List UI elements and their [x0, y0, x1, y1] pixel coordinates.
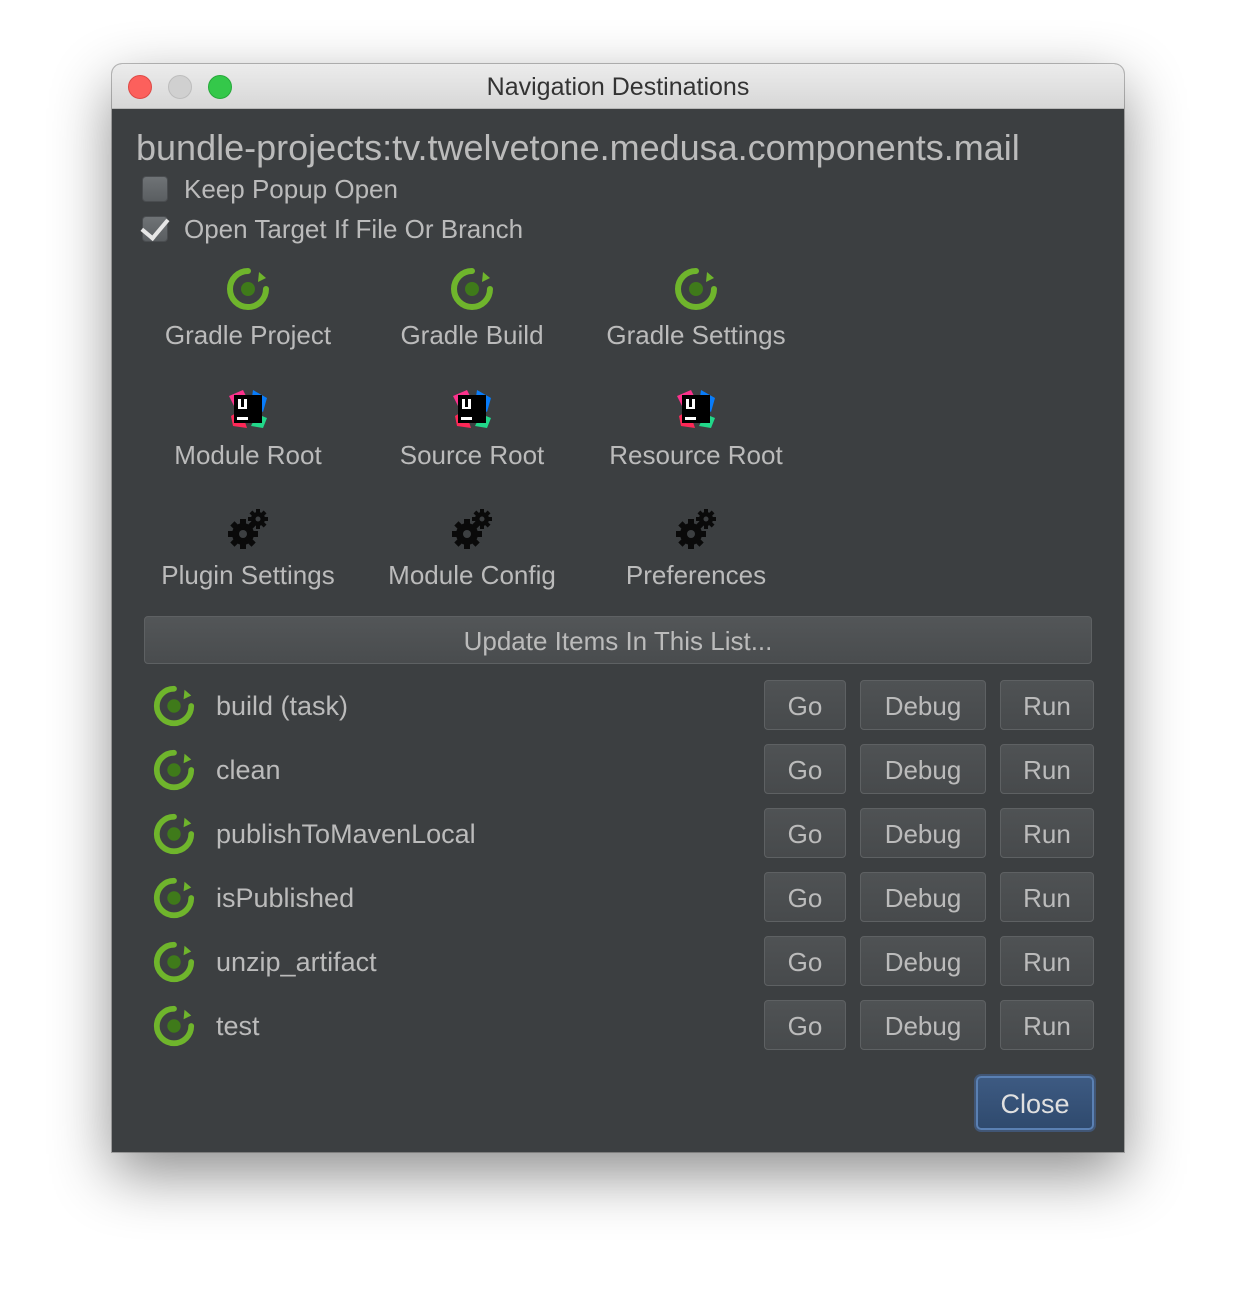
run-button[interactable]: Run: [1000, 744, 1094, 794]
debug-button[interactable]: Debug: [860, 872, 986, 922]
keep-popup-open-option[interactable]: Keep Popup Open: [142, 172, 398, 206]
task-name: build (task): [216, 691, 349, 721]
destination-label: Module Root: [174, 440, 322, 470]
run-button[interactable]: Run: [1000, 936, 1094, 986]
destination-label: Resource Root: [609, 440, 783, 470]
destination-label: Preferences: [625, 560, 767, 590]
destination-source-root[interactable]: Source Root: [360, 384, 584, 484]
destination-gradle-project[interactable]: Gradle Project: [136, 264, 360, 364]
run-button[interactable]: Run: [1000, 1000, 1094, 1050]
go-button[interactable]: Go: [764, 936, 846, 986]
go-button[interactable]: Go: [764, 1000, 846, 1050]
gradle-icon: [227, 268, 269, 310]
destination-module-root[interactable]: Module Root: [136, 384, 360, 484]
task-name: clean: [216, 755, 281, 785]
title-bar[interactable]: Navigation Destinations: [112, 64, 1124, 109]
open-target-checkbox[interactable]: [140, 210, 170, 242]
gradle-icon: [153, 941, 195, 983]
destination-module-config[interactable]: Module Config: [360, 504, 584, 604]
dialog-content: bundle-projects:tv.twelvetone.medusa.com…: [112, 109, 1124, 1152]
open-target-label: Open Target If File Or Branch: [184, 213, 524, 244]
destination-label: Plugin Settings: [161, 560, 335, 590]
gradle-icon: [153, 1005, 195, 1047]
gradle-icon: [451, 268, 493, 310]
gear-icon: [452, 509, 492, 549]
gradle-icon: [153, 813, 195, 855]
destination-label: Source Root: [399, 440, 545, 470]
debug-button[interactable]: Debug: [860, 680, 986, 730]
destination-resource-root[interactable]: Resource Root: [584, 384, 808, 484]
gradle-icon: [153, 877, 195, 919]
gear-icon: [676, 509, 716, 549]
task-name: isPublished: [216, 883, 355, 913]
debug-button[interactable]: Debug: [860, 744, 986, 794]
go-button[interactable]: Go: [764, 872, 846, 922]
task-row: clean Go Debug Run: [152, 744, 1094, 796]
task-row: unzip_artifact Go Debug Run: [152, 936, 1094, 988]
intellij-icon: [453, 390, 491, 428]
intellij-icon: [677, 390, 715, 428]
update-items-button[interactable]: Update Items In This List...: [144, 616, 1092, 664]
task-name: test: [216, 1011, 260, 1041]
run-button[interactable]: Run: [1000, 680, 1094, 730]
destination-preferences[interactable]: Preferences: [584, 504, 808, 604]
debug-button[interactable]: Debug: [860, 936, 986, 986]
task-row: build (task) Go Debug Run: [152, 680, 1094, 732]
open-target-option[interactable]: Open Target If File Or Branch: [140, 210, 524, 246]
gradle-icon: [675, 268, 717, 310]
destination-plugin-settings[interactable]: Plugin Settings: [136, 504, 360, 604]
task-name: publishToMavenLocal: [216, 819, 476, 849]
window-title: Navigation Destinations: [486, 73, 750, 101]
destination-label: Gradle Project: [164, 320, 332, 350]
debug-button[interactable]: Debug: [860, 1000, 986, 1050]
go-button[interactable]: Go: [764, 808, 846, 858]
destination-gradle-settings[interactable]: Gradle Settings: [584, 264, 808, 364]
destination-gradle-build[interactable]: Gradle Build: [360, 264, 584, 364]
task-row: publishToMavenLocal Go Debug Run: [152, 808, 1094, 860]
navigation-destinations-window: Navigation Destinations bundle-projects:…: [112, 64, 1124, 1152]
checkmark-icon: [140, 210, 170, 242]
keep-popup-open-checkbox[interactable]: [142, 176, 168, 202]
go-button[interactable]: Go: [764, 744, 846, 794]
gear-icon: [228, 509, 268, 549]
close-button[interactable]: Close: [976, 1076, 1094, 1130]
keep-popup-open-label: Keep Popup Open: [184, 173, 398, 204]
intellij-icon: [229, 390, 267, 428]
destination-label: Module Config: [388, 560, 556, 590]
gradle-icon: [153, 685, 195, 727]
run-button[interactable]: Run: [1000, 872, 1094, 922]
run-button[interactable]: Run: [1000, 808, 1094, 858]
task-name: unzip_artifact: [216, 947, 377, 977]
task-row: isPublished Go Debug Run: [152, 872, 1094, 924]
project-label: bundle-projects:tv.twelvetone.medusa.com…: [136, 127, 1020, 168]
destination-label: Gradle Settings: [606, 320, 786, 350]
destination-label: Gradle Build: [400, 320, 544, 350]
gradle-icon: [153, 749, 195, 791]
debug-button[interactable]: Debug: [860, 808, 986, 858]
task-row: test Go Debug Run: [152, 1000, 1094, 1052]
go-button[interactable]: Go: [764, 680, 846, 730]
